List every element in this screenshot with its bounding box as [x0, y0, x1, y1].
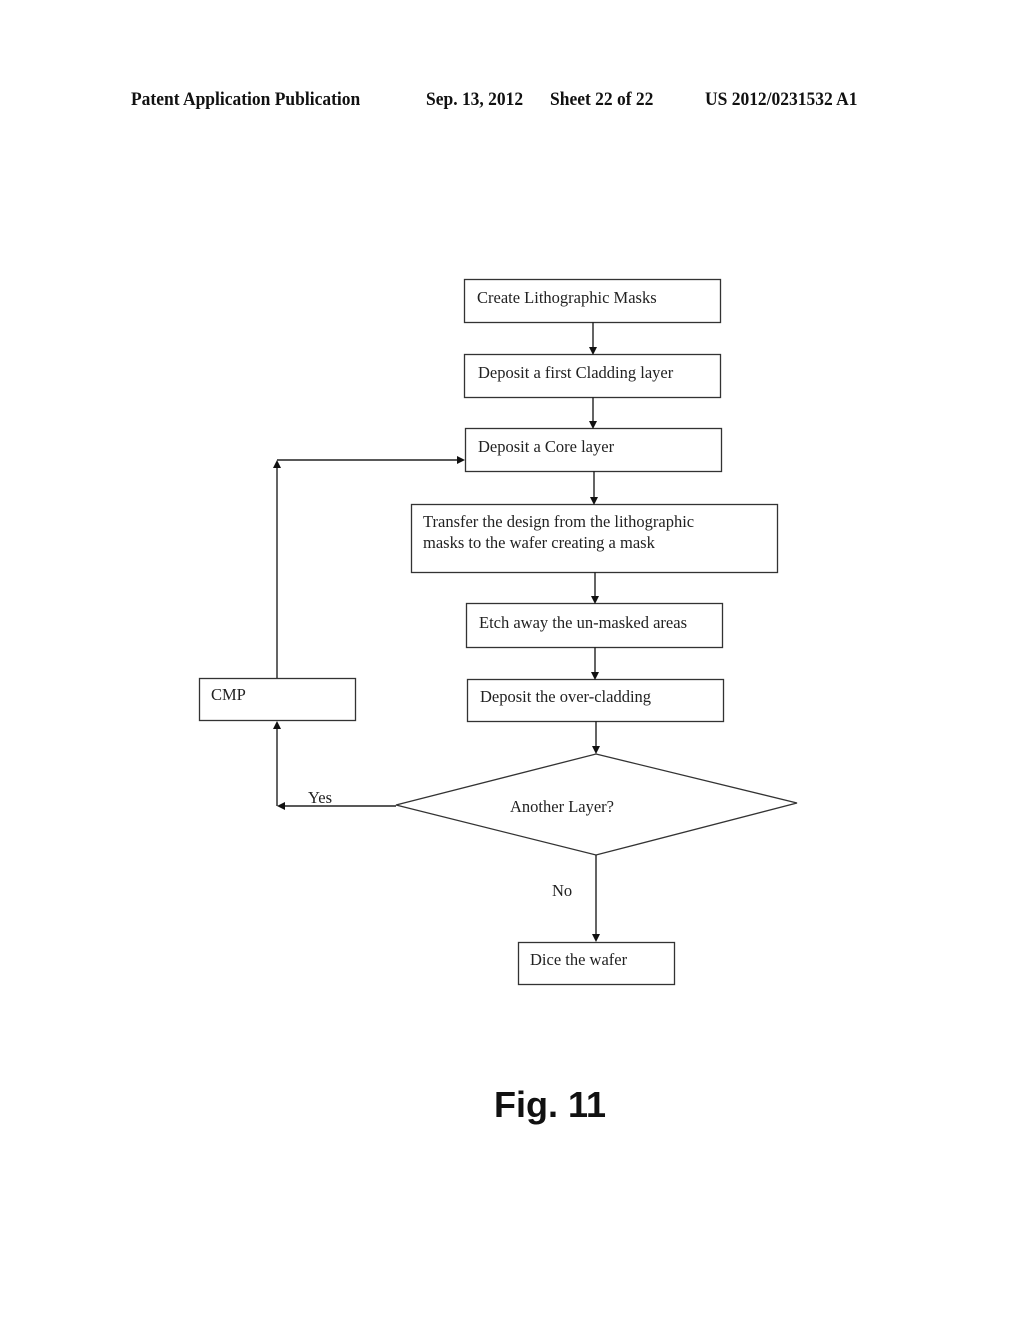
- step-label-line2: masks to the wafer creating a mask: [423, 533, 656, 552]
- decision-label: Another Layer?: [510, 797, 614, 816]
- decision-another-layer: Another Layer?: [395, 753, 798, 856]
- step-label-line1: Transfer the design from the lithographi…: [423, 512, 694, 531]
- step-deposit-cladding: Deposit a first Cladding layer: [463, 353, 722, 399]
- step-label: Dice the wafer: [530, 950, 628, 969]
- step-cmp: CMP: [198, 677, 357, 722]
- step-label: Etch away the un-masked areas: [479, 613, 687, 632]
- step-label: Deposit the over-cladding: [480, 687, 651, 706]
- step-etch: Etch away the un-masked areas: [465, 602, 724, 649]
- step-transfer-design: Transfer the design from the lithographi…: [410, 503, 779, 574]
- arrowhead-icon: [277, 802, 285, 810]
- yes-label: Yes: [308, 788, 332, 807]
- arrowhead-icon: [589, 347, 597, 355]
- arrowhead-icon: [589, 421, 597, 429]
- step-deposit-core: Deposit a Core layer: [464, 427, 723, 473]
- arrowhead-icon: [591, 672, 599, 680]
- arrowhead-icon: [590, 497, 598, 505]
- arrowhead-icon: [591, 596, 599, 604]
- step-label: CMP: [211, 685, 246, 704]
- arrowhead-icon: [592, 934, 600, 942]
- step-label: Deposit a first Cladding layer: [478, 363, 674, 382]
- arrowhead-icon: [273, 460, 281, 468]
- step-dice: Dice the wafer: [517, 941, 676, 986]
- figure-label: Fig. 11: [494, 1084, 607, 1125]
- step-label: Deposit a Core layer: [478, 437, 615, 456]
- step-label: Create Lithographic Masks: [477, 288, 657, 307]
- arrowhead-icon: [457, 456, 465, 464]
- arrowhead-icon: [592, 746, 600, 754]
- step-create-masks: Create Lithographic Masks: [463, 278, 722, 324]
- no-label: No: [552, 881, 572, 900]
- step-over-cladding: Deposit the over-cladding: [466, 678, 725, 723]
- arrowhead-icon: [273, 721, 281, 729]
